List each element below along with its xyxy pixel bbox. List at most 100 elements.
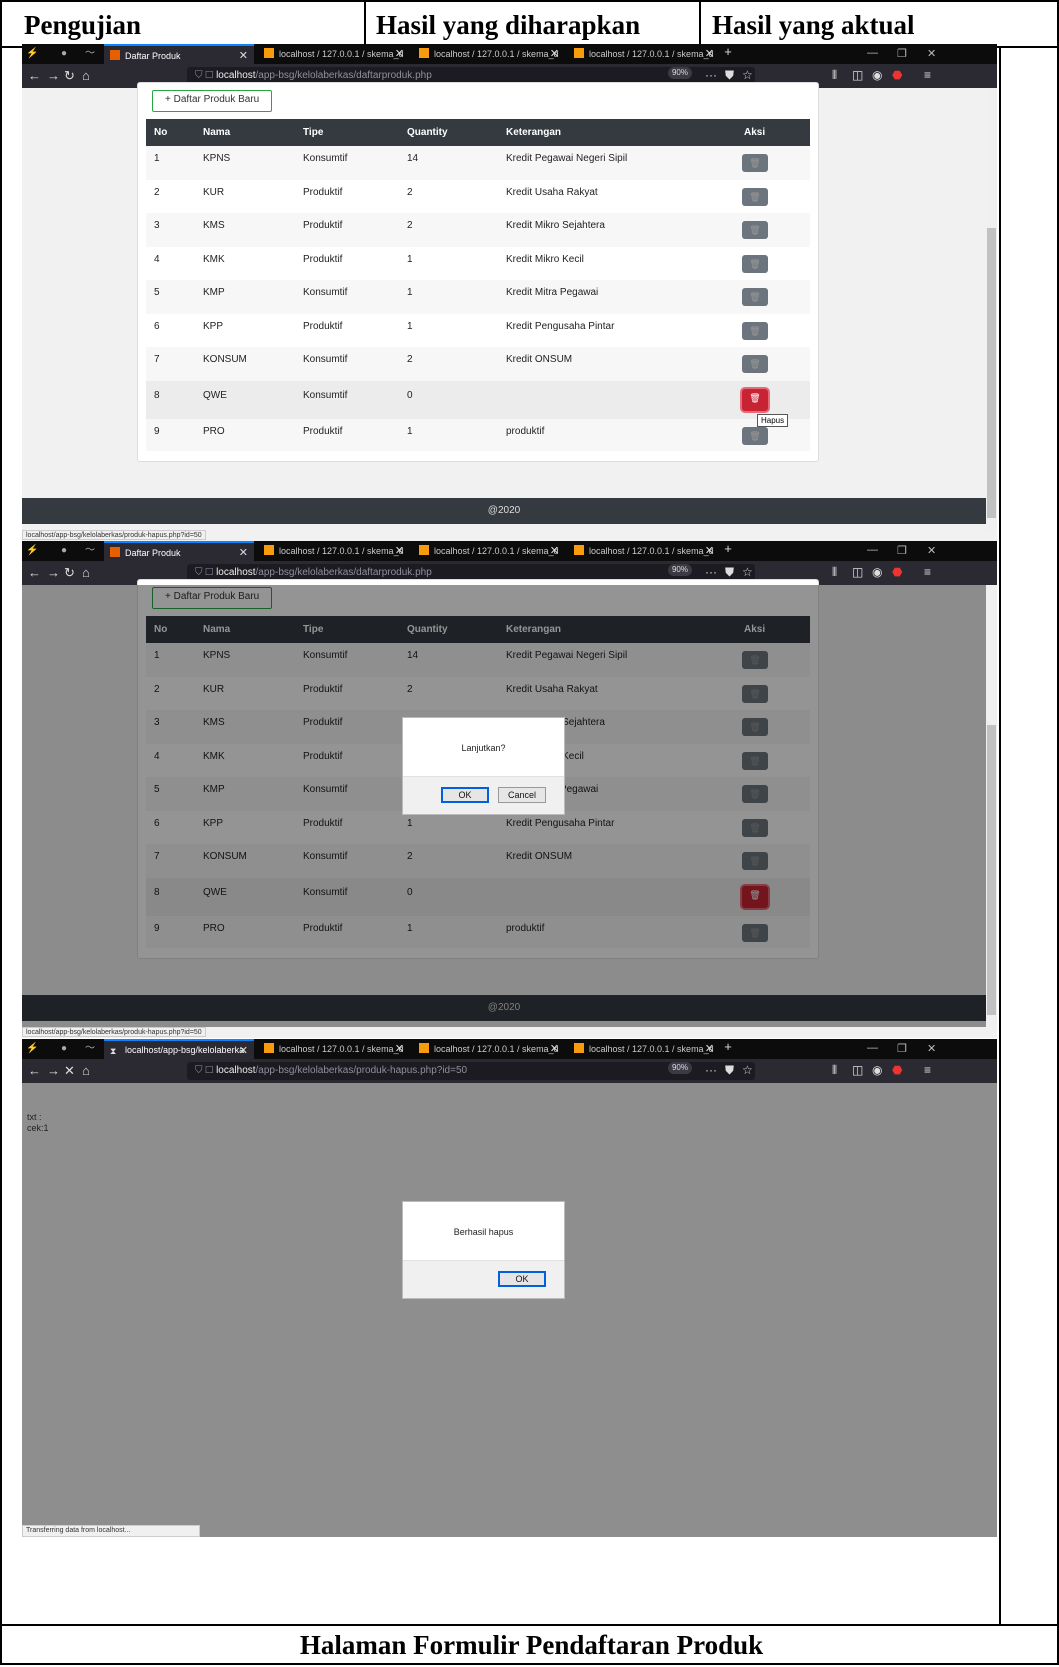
tab-phpmyadmin[interactable]: localhost / 127.0.0.1 / skema_d ✕ (413, 541, 565, 561)
pocket-icon[interactable]: ⛊ (725, 1063, 734, 1078)
home-icon[interactable]: ⌂ (82, 1064, 90, 1078)
tab-phpmyadmin[interactable]: localhost / 127.0.0.1 / skema_d ✕ (568, 1039, 720, 1059)
stop-icon[interactable]: ✕ (64, 1064, 75, 1078)
bookmark-star-icon[interactable]: ☆ (742, 68, 753, 82)
wave-icon[interactable]: 〜 (84, 1043, 96, 1055)
extension-icon[interactable]: ⚡ (26, 545, 38, 557)
tab-active[interactable]: Daftar Produk ✕ (104, 541, 254, 561)
close-tab-icon[interactable]: ✕ (705, 1042, 714, 1055)
reload-icon[interactable]: ↻ (64, 69, 75, 83)
back-icon[interactable]: ← (28, 566, 41, 580)
add-product-button[interactable]: + Daftar Produk Baru (152, 90, 273, 112)
close-tab-icon[interactable]: ✕ (239, 1044, 248, 1057)
scrollbar[interactable] (986, 585, 997, 1028)
close-tab-icon[interactable]: ✕ (395, 544, 404, 557)
tab-active[interactable]: ⧗ localhost/app-bsg/kelolaberka ✕ (104, 1039, 254, 1059)
scrollbar[interactable] (986, 88, 997, 531)
shield-icon[interactable]: ⛉ ☐ (195, 70, 216, 81)
tab-phpmyadmin[interactable]: localhost / 127.0.0.1 / skema_d ✕ (258, 541, 410, 561)
bookmark-star-icon[interactable]: ☆ (742, 565, 753, 579)
menu-icon[interactable]: ≡ (924, 1063, 931, 1077)
scrollbar-thumb[interactable] (987, 228, 996, 518)
firefox-icon[interactable]: ● (58, 48, 70, 60)
ok-button[interactable]: OK (441, 787, 489, 803)
sidebar-icon[interactable]: ◫ (852, 68, 863, 82)
back-icon[interactable]: ← (28, 69, 41, 83)
minimize-icon[interactable]: — (867, 1042, 878, 1054)
close-tab-icon[interactable]: ✕ (395, 47, 404, 60)
close-tab-icon[interactable]: ✕ (239, 49, 248, 62)
more-icon[interactable]: ··· (705, 1063, 717, 1077)
new-tab-button[interactable]: + (722, 542, 734, 555)
delete-button[interactable]: 🗑 (742, 321, 768, 340)
restore-icon[interactable]: ❐ (897, 47, 907, 60)
close-window-icon[interactable]: ✕ (927, 47, 936, 60)
firefox-icon[interactable]: ● (58, 545, 70, 557)
delete-button[interactable]: 🗑 (742, 154, 768, 172)
close-tab-icon[interactable]: ✕ (705, 47, 714, 60)
pocket-icon[interactable]: ⛊ (725, 68, 734, 83)
library-icon[interactable]: ⫴ (832, 68, 837, 83)
extension-icon[interactable]: ⚡ (26, 48, 38, 60)
tab-phpmyadmin[interactable]: localhost / 127.0.0.1 / skema_d ✕ (413, 1039, 565, 1059)
delete-button[interactable]: 🗑 (742, 355, 768, 373)
account-icon[interactable]: ◉ (872, 1063, 882, 1077)
more-icon[interactable]: ··· (705, 68, 717, 82)
close-window-icon[interactable]: ✕ (927, 544, 936, 557)
shield-icon[interactable]: ⛉ ☐ (195, 567, 216, 578)
adblock-icon[interactable]: ⬣ (892, 68, 902, 82)
sidebar-icon[interactable]: ◫ (852, 1063, 863, 1077)
firefox-icon[interactable]: ● (58, 1043, 70, 1055)
more-icon[interactable]: ··· (705, 565, 717, 579)
tab-active[interactable]: Daftar Produk ✕ (104, 44, 254, 64)
delete-button[interactable]: 🗑 (742, 288, 768, 306)
forward-icon[interactable]: → (47, 69, 60, 83)
pocket-icon[interactable]: ⛊ (725, 565, 734, 580)
account-icon[interactable]: ◉ (872, 68, 882, 82)
home-icon[interactable]: ⌂ (82, 566, 90, 580)
delete-button[interactable]: 🗑 (742, 254, 768, 273)
tab-phpmyadmin[interactable]: localhost / 127.0.0.1 / skema_d ✕ (258, 1039, 410, 1059)
extension-icon[interactable]: ⚡ (26, 1043, 38, 1055)
forward-icon[interactable]: → (47, 1064, 60, 1078)
shield-icon[interactable]: ⛉ ☐ (195, 1065, 216, 1076)
library-icon[interactable]: ⫴ (832, 1063, 837, 1078)
tab-phpmyadmin[interactable]: localhost / 127.0.0.1 / skema_d ✕ (568, 541, 720, 561)
delete-button[interactable]: 🗑 (742, 426, 768, 445)
close-tab-icon[interactable]: ✕ (705, 544, 714, 557)
library-icon[interactable]: ⫴ (832, 565, 837, 580)
sidebar-icon[interactable]: ◫ (852, 565, 863, 579)
adblock-icon[interactable]: ⬣ (892, 565, 902, 579)
minimize-icon[interactable]: — (867, 47, 878, 59)
restore-icon[interactable]: ❐ (897, 544, 907, 557)
delete-button[interactable]: 🗑 (742, 221, 768, 239)
new-tab-button[interactable]: + (722, 1040, 734, 1053)
close-tab-icon[interactable]: ✕ (550, 47, 559, 60)
ok-button[interactable]: OK (498, 1271, 546, 1287)
forward-icon[interactable]: → (47, 566, 60, 580)
menu-icon[interactable]: ≡ (924, 565, 931, 579)
close-tab-icon[interactable]: ✕ (395, 1042, 404, 1055)
wave-icon[interactable]: 〜 (84, 48, 96, 60)
delete-button[interactable]: 🗑 (742, 187, 768, 206)
tab-phpmyadmin[interactable]: localhost / 127.0.0.1 / skema_d ✕ (258, 44, 410, 64)
menu-icon[interactable]: ≡ (924, 68, 931, 82)
new-tab-button[interactable]: + (722, 45, 734, 58)
tab-phpmyadmin[interactable]: localhost / 127.0.0.1 / skema_d ✕ (413, 44, 565, 64)
back-icon[interactable]: ← (28, 1064, 41, 1078)
close-window-icon[interactable]: ✕ (927, 1042, 936, 1055)
delete-button[interactable]: 🗑 (742, 388, 768, 411)
reload-icon[interactable]: ↻ (64, 566, 75, 580)
tab-phpmyadmin[interactable]: localhost / 127.0.0.1 / skema_d ✕ (568, 44, 720, 64)
adblock-icon[interactable]: ⬣ (892, 1063, 902, 1077)
minimize-icon[interactable]: — (867, 544, 878, 556)
cancel-button[interactable]: Cancel (498, 787, 546, 803)
wave-icon[interactable]: 〜 (84, 545, 96, 557)
bookmark-star-icon[interactable]: ☆ (742, 1063, 753, 1077)
zoom-level[interactable]: 90% (668, 564, 692, 576)
close-tab-icon[interactable]: ✕ (550, 1042, 559, 1055)
account-icon[interactable]: ◉ (872, 565, 882, 579)
zoom-level[interactable]: 90% (668, 1062, 692, 1074)
zoom-level[interactable]: 90% (668, 67, 692, 79)
scrollbar-thumb[interactable] (987, 725, 996, 1015)
